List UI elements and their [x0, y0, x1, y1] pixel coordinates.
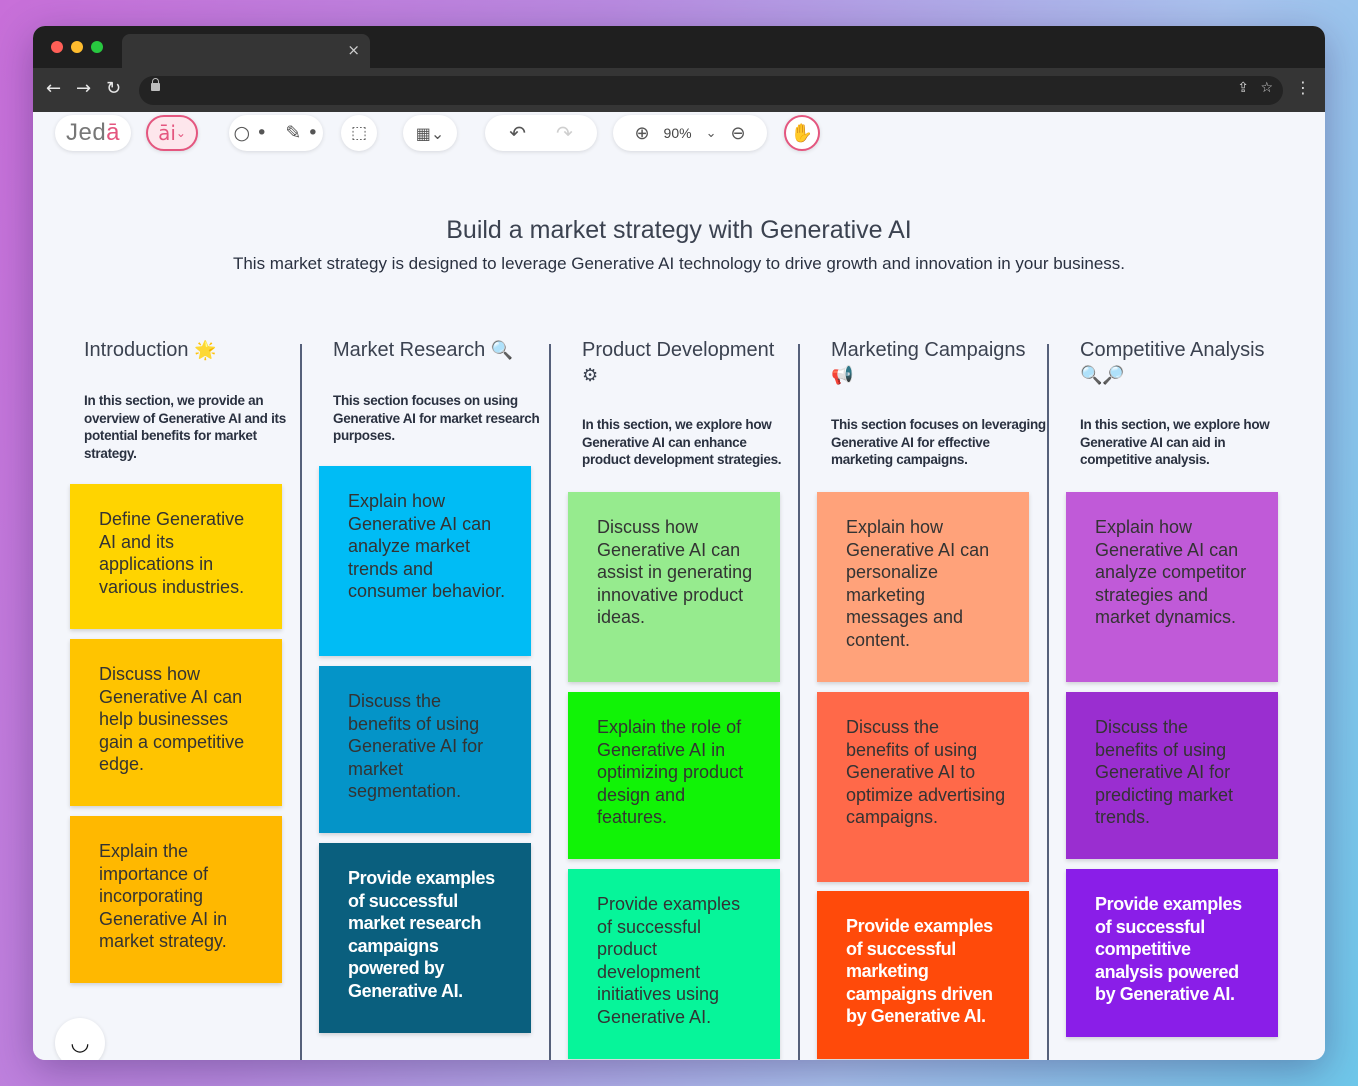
board-subtitle: This market strategy is designed to leve…: [232, 254, 1126, 273]
sticky-note[interactable]: Discuss how Generative AI can assist in …: [568, 492, 780, 682]
heading-text: Competitive Analysis: [1080, 339, 1265, 361]
select-cursor-icon: ⬚: [350, 123, 368, 143]
zoom-out-icon[interactable]: ⊖: [730, 123, 745, 144]
history-group: ↶ ↷: [485, 115, 597, 151]
heading-text: Introduction: [84, 339, 189, 361]
column-description: In this section, we explore how Generati…: [1080, 417, 1270, 467]
gear-icon: ⚙: [582, 365, 599, 386]
sticky-note[interactable]: Explain the importance of incorporating …: [70, 816, 282, 983]
column-divider: [1047, 344, 1049, 1060]
sticky-note[interactable]: Provide examples of successful product d…: [568, 869, 780, 1059]
column-divider: [300, 344, 302, 1060]
column-divider: [798, 344, 800, 1060]
draw-tools-group: ○ • ✎ •: [229, 115, 323, 151]
bookmark-star-icon[interactable]: ☆: [1260, 80, 1273, 96]
chat-button[interactable]: ◡: [55, 1018, 105, 1060]
sticky-note[interactable]: Provide examples of successful marketing…: [817, 891, 1029, 1059]
zoom-chevron-down-icon[interactable]: ⌄: [706, 126, 717, 141]
heading-text: Marketing Campaigns: [831, 339, 1026, 361]
zoom-level[interactable]: 90%: [664, 125, 692, 141]
sticky-note[interactable]: Discuss how Generative AI can help busin…: [70, 639, 282, 806]
column-heading-marketing-campaigns: Marketing Campaigns 📢: [831, 338, 1041, 388]
browser-window: × ← → ↻ ⇪ ☆ ⋮ Jedā āi ⌄ ○ • ✎ • ⬚ ▦⌄ ↶ ↷…: [33, 26, 1325, 1060]
sticky-note[interactable]: Explain the role of Generative AI in opt…: [568, 692, 780, 859]
select-tool-button[interactable]: ⬚: [341, 115, 377, 151]
browser-menu-icon[interactable]: ⋮: [1295, 78, 1311, 97]
column-heading-introduction: Introduction 🌟: [84, 338, 294, 363]
hand-tool-button[interactable]: ✋: [784, 115, 820, 151]
heading-text: Market Research: [333, 339, 486, 361]
whiteboard-canvas[interactable]: Jedā āi ⌄ ○ • ✎ • ⬚ ▦⌄ ↶ ↷ ⊕ 90% ⌄ ⊖ ✋ Bu…: [33, 112, 1325, 1060]
magnifier-pair-icon: 🔍🔎: [1080, 365, 1125, 386]
browser-toolbar: ← → ↻ ⇪ ☆ ⋮: [33, 68, 1325, 112]
chevron-down-icon: ⌄: [175, 126, 186, 140]
logo-accent: ā: [106, 119, 121, 146]
column-heading-market-research: Market Research 🔍: [333, 338, 543, 363]
sticky-note[interactable]: Provide examples of successful competiti…: [1066, 869, 1278, 1037]
sticky-note[interactable]: Explain how Generative AI can analyze co…: [1066, 492, 1278, 682]
column-heading-competitive-analysis: Competitive Analysis 🔍🔎: [1080, 338, 1290, 388]
megaphone-icon: 📢: [831, 365, 854, 386]
sticky-note[interactable]: Explain how Generative AI can personaliz…: [817, 492, 1029, 682]
logo-text: Jed: [65, 119, 107, 146]
sticky-note[interactable]: Discuss the benefits of using Generative…: [1066, 692, 1278, 859]
address-bar[interactable]: ⇪ ☆: [139, 76, 1283, 105]
column-description: In this section, we provide an overview …: [84, 393, 286, 461]
sticky-note[interactable]: Discuss the benefits of using Generative…: [817, 692, 1029, 882]
column-description: This section focuses on using Generative…: [333, 393, 540, 443]
forward-arrow-icon[interactable]: →: [76, 77, 91, 101]
close-window-button[interactable]: [51, 41, 63, 53]
insert-menu-button[interactable]: ▦⌄: [403, 115, 457, 151]
zoom-group: ⊕ 90% ⌄ ⊖: [613, 115, 767, 151]
browser-tab[interactable]: ×: [122, 34, 370, 68]
share-icon[interactable]: ⇪: [1237, 80, 1249, 96]
column-description: In this section, we explore how Generati…: [582, 417, 782, 467]
grid-icon: ▦⌄: [415, 123, 445, 143]
reload-icon[interactable]: ↻: [106, 77, 121, 101]
ai-assistant-button[interactable]: āi ⌄: [146, 115, 198, 151]
title-bar: ×: [33, 26, 1325, 68]
sticky-note[interactable]: Provide examples of successful market re…: [319, 843, 531, 1033]
heading-text: Product Development: [582, 339, 775, 361]
pen-tool-icon[interactable]: ✎ •: [285, 122, 318, 144]
column-divider: [549, 344, 551, 1060]
hand-icon: ✋: [790, 122, 814, 144]
column-heading-product-development: Product Development ⚙: [582, 338, 792, 388]
redo-icon[interactable]: ↷: [556, 121, 573, 145]
ai-label: āi: [158, 121, 176, 145]
zoom-in-icon[interactable]: ⊕: [634, 123, 649, 144]
sticky-note[interactable]: Define Generative AI and its application…: [70, 484, 282, 629]
board-title: Build a market strategy with Generative …: [446, 216, 912, 244]
undo-icon[interactable]: ↶: [509, 121, 526, 145]
minimize-window-button[interactable]: [71, 41, 83, 53]
sticky-note[interactable]: Explain how Generative AI can analyze ma…: [319, 466, 531, 656]
tab-close-icon[interactable]: ×: [347, 41, 360, 59]
lock-icon: [151, 78, 160, 91]
maximize-window-button[interactable]: [91, 41, 103, 53]
star-icon: 🌟: [194, 340, 217, 361]
chat-icon: ◡: [70, 1030, 90, 1056]
shape-tool-icon[interactable]: ○ •: [234, 122, 268, 144]
column-description: This section focuses on leveraging Gener…: [831, 417, 1046, 467]
back-arrow-icon[interactable]: ←: [46, 77, 61, 101]
jeda-logo[interactable]: Jedā: [55, 115, 131, 151]
magnifier-icon: 🔍: [490, 340, 514, 361]
sticky-note[interactable]: Discuss the benefits of using Generative…: [319, 666, 531, 833]
